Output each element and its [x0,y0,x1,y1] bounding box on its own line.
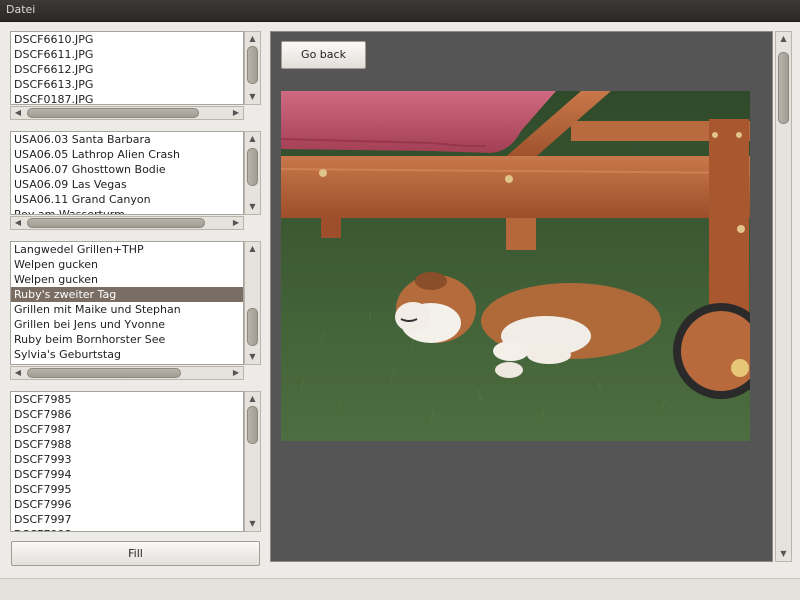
image-file-list-hscrollbar[interactable]: ◀ ▶ [10,106,244,120]
trip-album-list-hscrollbar[interactable]: ◀ ▶ [10,216,244,230]
arrow-left-icon[interactable]: ◀ [12,107,24,119]
scroll-thumb[interactable] [247,46,258,84]
scroll-thumb[interactable] [778,52,789,124]
list-item[interactable]: Sylvia's Geburtstag [11,347,243,362]
arrow-right-icon[interactable]: ▶ [230,367,242,379]
trip-album-list-vscrollbar[interactable]: ▲ ▼ [244,131,261,215]
arrow-down-icon[interactable]: ▼ [245,351,260,363]
main-vscrollbar[interactable]: ▲ ▼ [775,31,792,562]
arrow-up-icon[interactable]: ▲ [245,393,260,405]
scroll-thumb[interactable] [27,368,181,378]
image-file-list-vscrollbar[interactable]: ▲ ▼ [244,31,261,105]
fill-button[interactable]: Fill [11,541,260,566]
arrow-left-icon[interactable]: ◀ [12,217,24,229]
list-item[interactable]: DSCF7994 [11,467,243,482]
scroll-thumb[interactable] [27,218,205,228]
scroll-thumb[interactable] [27,108,199,118]
list-item[interactable]: Ruby beim Bornhorster See [11,332,243,347]
puppy-photo-image [281,91,750,441]
list-item[interactable]: Grillen bei Jens und Yvonne [11,317,243,332]
list-item[interactable]: DSCF7986 [11,407,243,422]
list-item[interactable]: DSCF7995 [11,482,243,497]
list-item[interactable]: DSCF6613.JPG [11,77,243,92]
arrow-down-icon[interactable]: ▼ [245,518,260,530]
image-file-list[interactable]: DSCF6610.JPG DSCF6611.JPG DSCF6612.JPG DSCF… [10,31,244,105]
scroll-thumb[interactable] [247,148,258,186]
list-item[interactable]: DSCF6611.JPG [11,47,243,62]
go-back-button[interactable]: Go back [281,41,366,69]
photo-preview [281,91,750,441]
scroll-thumb[interactable] [247,406,258,444]
list-item[interactable]: USA06.03 Santa Barbara [11,132,243,147]
event-album-list-vscrollbar[interactable]: ▲ ▼ [244,241,261,365]
list-item[interactable]: DSCF7985 [11,392,243,407]
event-album-list-hscrollbar[interactable]: ◀ ▶ [10,366,244,380]
status-bar [0,578,800,600]
arrow-up-icon[interactable]: ▲ [245,133,260,145]
arrow-up-icon[interactable]: ▲ [776,33,791,45]
list-item[interactable]: USA06.07 Ghosttown Bodie [11,162,243,177]
list-item[interactable]: USA06.05 Lathrop Alien Crash [11,147,243,162]
list-item[interactable]: Langwedel Grillen+THP [11,242,243,257]
list-item[interactable]: DSCF0187.JPG [11,92,243,104]
list-item[interactable]: DSCF6612.JPG [11,62,243,77]
list-item[interactable]: DSCF7993 [11,452,243,467]
file-menu[interactable]: Datei [6,3,35,16]
list-item[interactable]: Grillen mit Maike und Stephan [11,302,243,317]
list-item[interactable]: DSCF7987 [11,422,243,437]
photo-file-list[interactable]: DSCF7985 DSCF7986 DSCF7987 DSCF7988 DSCF7993… [10,391,244,532]
list-item[interactable]: DSCF7996 [11,497,243,512]
list-item[interactable]: DSCF6610.JPG [11,32,243,47]
list-item[interactable]: DSCF7997 [11,512,243,527]
event-album-list[interactable]: Langwedel Grillen+THP Welpen gucken Welpen… [10,241,244,365]
list-item[interactable]: Roy am Wasserturm [11,207,243,214]
list-item[interactable]: DSCF7988 [11,437,243,452]
list-item[interactable]: Welpen gucken [11,257,243,272]
list-item[interactable]: USA06.11 Grand Canyon [11,192,243,207]
list-item[interactable]: DSCF7998 [11,527,243,531]
photo-file-list-vscrollbar[interactable]: ▲ ▼ [244,391,261,532]
menubar: Datei [0,0,800,22]
arrow-up-icon[interactable]: ▲ [245,243,260,255]
list-item[interactable]: USA06.09 Las Vegas [11,177,243,192]
list-item[interactable]: Ruby's zweiter Tag [11,287,243,302]
arrow-down-icon[interactable]: ▼ [245,201,260,213]
arrow-right-icon[interactable]: ▶ [230,217,242,229]
arrow-up-icon[interactable]: ▲ [245,33,260,45]
arrow-down-icon[interactable]: ▼ [245,91,260,103]
arrow-left-icon[interactable]: ◀ [12,367,24,379]
list-item[interactable]: Welpen gucken [11,272,243,287]
trip-album-list[interactable]: USA06.03 Santa Barbara USA06.05 Lathrop A… [10,131,244,215]
arrow-down-icon[interactable]: ▼ [776,548,791,560]
arrow-right-icon[interactable]: ▶ [230,107,242,119]
scroll-thumb[interactable] [247,308,258,346]
